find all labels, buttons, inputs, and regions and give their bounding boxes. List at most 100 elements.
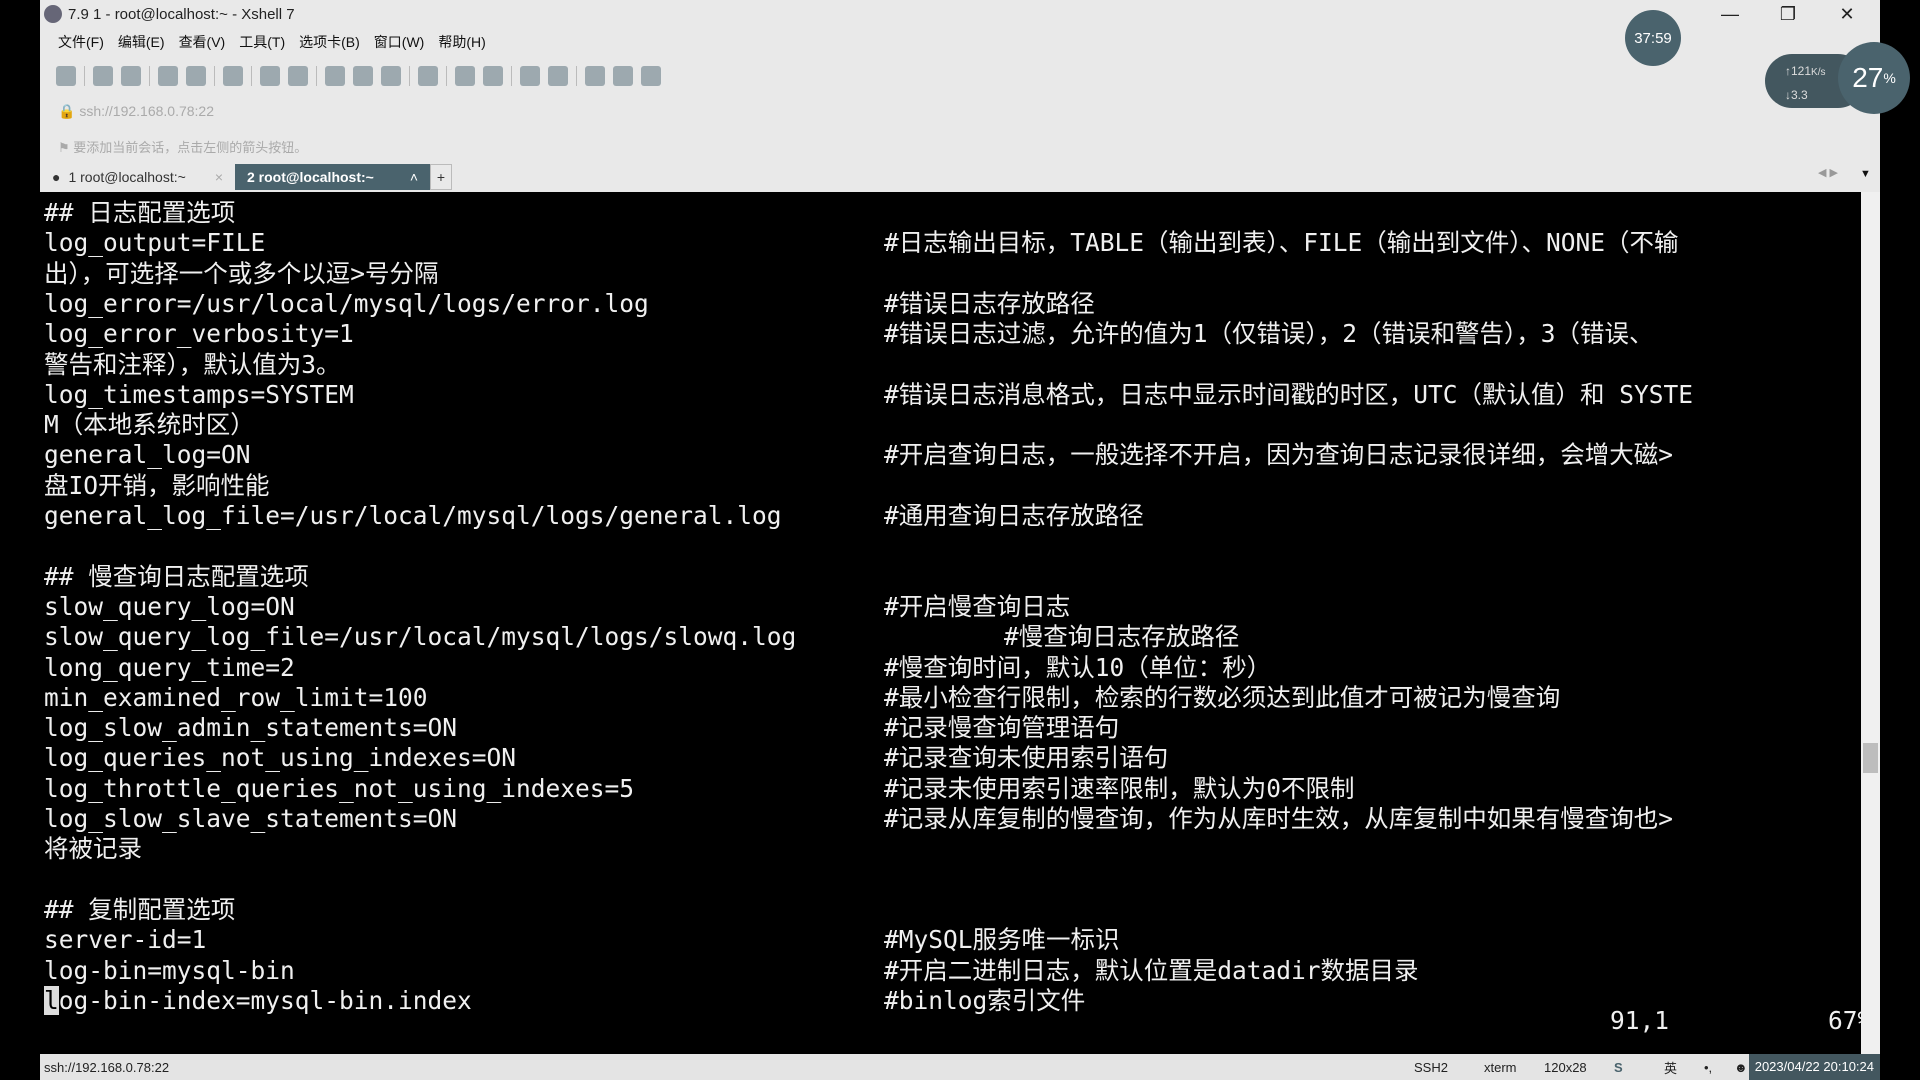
config-code: log_output=FILE bbox=[44, 228, 266, 258]
title-bar: 7.9 1 - root@localhost:~ - Xshell 7 bbox=[40, 0, 1880, 28]
status-term: xterm bbox=[1484, 1059, 1517, 1075]
terminal-line: log_slow_slave_statements=ON #记录从库复制的慢查询，… bbox=[44, 804, 1844, 834]
terminal-line: long_query_time=2 #慢查询时间，默认10（单位：秒） bbox=[44, 653, 1844, 683]
config-code-rest: og-bin-index=mysql-bin.index bbox=[58, 985, 472, 1015]
terminal-line: server-id=1 #MySQL服务唯一标识 bbox=[44, 925, 1844, 955]
new-tab-button[interactable]: + bbox=[430, 164, 452, 190]
terminal-line: log-bin-index=mysql-bin.index #binlog索引文件 bbox=[44, 985, 1844, 1016]
scrollbar-thumb[interactable] bbox=[1863, 742, 1878, 773]
terminal-line: general_log=ON #开启查询日志，一般选择不开启，因为查询日志记录很详… bbox=[44, 440, 1844, 470]
tab-scroll-icons[interactable]: ◀ ▶ bbox=[1818, 166, 1838, 179]
tab-list-dropdown-icon[interactable]: ▼ bbox=[1860, 168, 1871, 180]
split-icon[interactable] bbox=[585, 66, 605, 86]
menu-edit[interactable]: 编辑(E) bbox=[118, 32, 165, 52]
config-comment: #记录未使用索引速率限制，默认为0不限制 bbox=[884, 773, 1355, 803]
globe-icon[interactable] bbox=[288, 66, 308, 86]
status-bar: ssh://192.168.0.78:22 SSH2 xterm 120x28 … bbox=[40, 1054, 1880, 1080]
terminal-line: log_error=/usr/local/mysql/logs/error.lo… bbox=[44, 289, 1844, 319]
tab-label: 1 root@localhost:~ bbox=[68, 169, 186, 185]
dot-icon: ● bbox=[52, 169, 61, 185]
open-icon[interactable] bbox=[93, 66, 113, 86]
tab-close-icon[interactable]: × bbox=[215, 169, 223, 185]
config-code: log-bin-index=mysql-bin.index bbox=[44, 985, 472, 1015]
terminal-line: log_output=FILE #日志输出目标，TABLE（输出到表）、FILE（… bbox=[44, 228, 1844, 258]
terminal-line: slow_query_log=ON #开启慢查询日志 bbox=[44, 592, 1844, 622]
chat-icon[interactable] bbox=[641, 66, 661, 86]
config-code: 警告和注释），默认值为3。 bbox=[44, 349, 341, 379]
window-title: 7.9 1 - root@localhost:~ - Xshell 7 bbox=[68, 5, 295, 23]
terminal-line: M（本地系统时区） bbox=[44, 410, 1844, 440]
toolbar-separator bbox=[251, 66, 252, 86]
menu-tools[interactable]: 工具(T) bbox=[239, 32, 285, 52]
menu-bar: 文件(F) 编辑(E) 查看(V) 工具(T) 选项卡(B) 窗口(W) 帮助(… bbox=[58, 32, 486, 52]
text-cursor: l bbox=[44, 985, 59, 1015]
tab-session-2[interactable]: 2 root@localhost:~ ˄ bbox=[235, 164, 430, 190]
maximize-button[interactable]: ❐ bbox=[1763, 2, 1813, 26]
tab-session-1[interactable]: ● 1 root@localhost:~ × bbox=[40, 164, 235, 190]
config-code: log_throttle_queries_not_using_indexes=5 bbox=[44, 773, 635, 803]
config-comment: #记录从库复制的慢查询，作为从库时生效，从库复制中如果有慢查询也> bbox=[884, 804, 1673, 833]
menu-window[interactable]: 窗口(W) bbox=[374, 32, 425, 52]
menu-file[interactable]: 文件(F) bbox=[58, 32, 104, 52]
toolbar-separator bbox=[316, 66, 317, 86]
layout-icon[interactable] bbox=[548, 66, 568, 86]
toolbar-separator bbox=[149, 66, 150, 86]
config-code: server-id=1 bbox=[44, 925, 207, 955]
new-session-icon[interactable] bbox=[56, 66, 76, 86]
toolbar-separator bbox=[409, 66, 410, 86]
punctuation-icon[interactable]: •, bbox=[1704, 1060, 1734, 1075]
fullscreen-icon[interactable] bbox=[418, 66, 438, 86]
config-code: log_timestamps=SYSTEM bbox=[44, 379, 354, 409]
config-code: ## 慢查询日志配置选项 bbox=[44, 561, 309, 591]
terminal-line: log-bin=mysql-bin #开启二进制日志，默认位置是datadir数据… bbox=[44, 956, 1844, 986]
terminal-line: 出），可选择一个或多个以逗>号分隔 bbox=[44, 259, 1844, 289]
config-comment: #通用查询日志存放路径 bbox=[884, 501, 1144, 530]
terminal-view[interactable]: ## 日志配置选项 log_output=FILE #日志输出目标，TABLE（输出… bbox=[40, 192, 1861, 1054]
menu-tabs[interactable]: 选项卡(B) bbox=[299, 32, 360, 52]
terminal-line: 将被记录 bbox=[44, 834, 1844, 864]
menu-view[interactable]: 查看(V) bbox=[179, 32, 226, 52]
config-comment: #记录慢查询管理语句 bbox=[884, 713, 1120, 743]
copy-icon[interactable] bbox=[121, 66, 141, 86]
keyboard-icon[interactable] bbox=[483, 66, 503, 86]
tab-bar: ● 1 root@localhost:~ × 2 root@localhost:~ ˄… bbox=[40, 164, 452, 190]
transfer-icon[interactable] bbox=[260, 66, 280, 86]
terminal-line: log_throttle_queries_not_using_indexes=5… bbox=[44, 774, 1844, 804]
address-bar[interactable]: 🔒 ssh://192.168.0.78:22 bbox=[58, 103, 214, 120]
help-icon[interactable] bbox=[613, 66, 633, 86]
toolbar bbox=[56, 66, 661, 86]
ime-language[interactable]: 英 bbox=[1664, 1058, 1704, 1077]
record-icon[interactable] bbox=[381, 66, 401, 86]
hint-text: 要添加当前会话，点击左侧的箭头按钮。 bbox=[73, 140, 308, 155]
close-button[interactable]: ✕ bbox=[1822, 2, 1872, 26]
terminal-line: 警告和注释），默认值为3。 bbox=[44, 350, 1844, 380]
terminal-line: ## 日志配置选项 bbox=[44, 198, 1844, 228]
terminal-scrollbar[interactable] bbox=[1861, 192, 1880, 1054]
cursor-position: 91,1 bbox=[1610, 1006, 1670, 1035]
pen-icon[interactable] bbox=[520, 66, 540, 86]
status-datetime: 2023/04/22 20:10:24 bbox=[1748, 1054, 1880, 1080]
paste-icon[interactable] bbox=[158, 66, 178, 86]
minimize-button[interactable]: — bbox=[1705, 2, 1755, 26]
font-icon[interactable] bbox=[325, 66, 345, 86]
config-comment: #开启查询日志，一般选择不开启，因为查询日志记录很详细，会增大磁> bbox=[884, 440, 1673, 470]
lock-icon[interactable] bbox=[455, 66, 475, 86]
config-code: log_error_verbosity=1 bbox=[44, 319, 354, 349]
download-speed: 3.3 bbox=[1791, 88, 1808, 102]
menu-help[interactable]: 帮助(H) bbox=[438, 32, 485, 52]
toolbar-separator bbox=[576, 66, 577, 86]
properties-icon[interactable] bbox=[186, 66, 206, 86]
config-comment: #日志输出目标，TABLE（输出到表）、FILE（输出到文件）、NONE（不输 bbox=[884, 228, 1679, 258]
config-comment: #开启二进制日志，默认位置是datadir数据目录 bbox=[884, 955, 1419, 985]
terminal-line: log_timestamps=SYSTEM #错误日志消息格式，日志中显示时间戳的… bbox=[44, 380, 1844, 410]
cpu-value: 27 bbox=[1852, 62, 1884, 93]
config-code: slow_query_log_file=/usr/local/mysql/log… bbox=[44, 622, 797, 652]
find-icon[interactable] bbox=[223, 66, 243, 86]
sogou-ime-icon[interactable]: S bbox=[1614, 1060, 1664, 1075]
config-comment: #MySQL服务唯一标识 bbox=[884, 925, 1120, 955]
tab-label: 2 root@localhost:~ bbox=[247, 169, 374, 185]
config-code: general_log=ON bbox=[44, 440, 251, 470]
tab-chevron-icon[interactable]: ˄ bbox=[410, 169, 418, 185]
xftp-icon[interactable] bbox=[353, 66, 373, 86]
config-comment: #binlog索引文件 bbox=[884, 985, 1086, 1015]
